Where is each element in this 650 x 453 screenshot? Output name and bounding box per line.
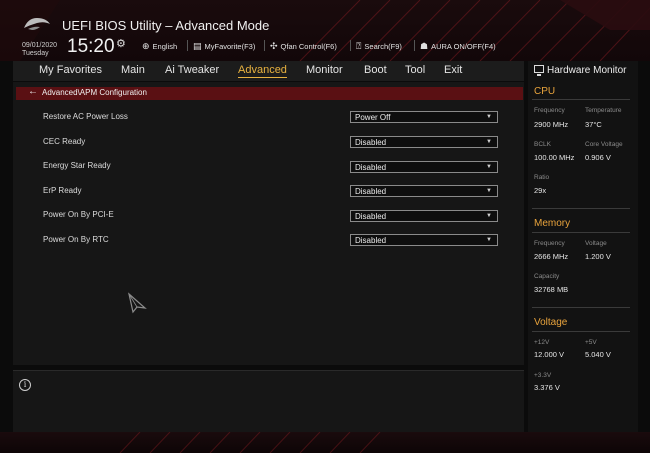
menu-exit[interactable]: Exit <box>444 64 462 76</box>
rog-logo <box>24 18 50 30</box>
memory-frequency-value: 2666 MHz <box>534 252 569 261</box>
bclk-label: BCLK <box>534 141 551 148</box>
energy-star-ready-select[interactable]: Disabled ▼ <box>350 161 498 173</box>
settings-panel <box>13 82 524 365</box>
dropdown-arrow-icon: ▼ <box>486 188 492 194</box>
app-title: UEFI BIOS Utility – Advanced Mode <box>62 18 270 33</box>
v33-label: +3.3V <box>534 372 552 379</box>
language-button[interactable]: ⊕ English <box>142 41 177 52</box>
search-button[interactable]: ⍰ Search(F9) <box>350 40 402 52</box>
breadcrumb[interactable]: ← Advanced\APM Configuration <box>16 86 523 100</box>
v5-value: 5.040 V <box>585 350 611 359</box>
section-divider <box>532 99 630 100</box>
section-divider <box>532 307 630 308</box>
restore-ac-power-loss-select[interactable]: Power Off ▼ <box>350 111 498 123</box>
menu-main[interactable]: Main <box>121 64 145 76</box>
aura-icon: ☗ <box>420 41 429 51</box>
myfavorite-icon: ▤ <box>193 41 202 51</box>
day-text: Tuesday <box>22 50 49 57</box>
qfan-control-button[interactable]: ✣ Qfan Control(F6) <box>264 40 337 52</box>
setting-label-power-on-pcie: Power On By PCI-E <box>43 210 114 219</box>
menu-my-favorites[interactable]: My Favorites <box>39 64 102 76</box>
voltage-section-title: Voltage <box>534 317 568 328</box>
select-value: Power Off <box>355 113 391 122</box>
select-value: Disabled <box>355 187 387 196</box>
mouse-cursor-icon <box>128 292 147 314</box>
fan-icon: ✣ <box>270 41 278 51</box>
setting-label-restore-ac: Restore AC Power Loss <box>43 112 128 121</box>
setting-label-erp-ready: ErP Ready <box>43 186 82 195</box>
myfavorite-label: MyFavorite(F3) <box>204 42 256 51</box>
ratio-value: 29x <box>534 186 547 195</box>
myfavorite-button[interactable]: ▤ MyFavorite(F3) <box>186 40 256 52</box>
cpu-temperature-value: 37°C <box>585 120 602 129</box>
setting-label-power-on-rtc: Power On By RTC <box>43 235 109 244</box>
ratio-label: Ratio <box>534 174 550 181</box>
setting-label-energy-star: Energy Star Ready <box>43 161 111 170</box>
select-value: Disabled <box>355 138 387 147</box>
select-value: Disabled <box>355 212 387 221</box>
info-icon: i <box>19 379 31 391</box>
menu-boot[interactable]: Boot <box>364 64 387 76</box>
footer-decoration <box>119 432 381 453</box>
cpu-section-title: CPU <box>534 86 556 97</box>
dropdown-arrow-icon: ▼ <box>486 213 492 219</box>
menu-ai-tweaker[interactable]: Ai Tweaker <box>165 64 219 76</box>
aura-label: AURA ON/OFF(F4) <box>431 42 496 51</box>
dropdown-arrow-icon: ▼ <box>486 139 492 145</box>
breadcrumb-text: Advanced\APM Configuration <box>42 88 147 97</box>
core-voltage-value: 0.906 V <box>585 153 611 162</box>
v12-value: 12.000 V <box>534 350 565 359</box>
back-arrow-icon[interactable]: ← <box>28 86 38 97</box>
menu-advanced[interactable]: Advanced <box>238 64 287 78</box>
gear-icon[interactable]: ⚙ <box>116 37 126 50</box>
search-label: Search(F9) <box>364 42 402 51</box>
power-on-by-pcie-select[interactable]: Disabled ▼ <box>350 210 498 222</box>
section-divider <box>532 232 630 233</box>
core-voltage-label: Core Voltage <box>585 141 623 148</box>
dropdown-arrow-icon: ▼ <box>486 164 492 170</box>
globe-icon: ⊕ <box>142 41 150 51</box>
power-on-by-rtc-select[interactable]: Disabled ▼ <box>350 234 498 246</box>
section-divider <box>532 208 630 209</box>
select-value: Disabled <box>355 236 387 245</box>
date-display: 09/01/2020 Tuesday <box>22 42 57 58</box>
bclk-value: 100.00 MHz <box>534 153 575 162</box>
language-label: English <box>152 42 178 51</box>
setting-label-cec-ready: CEC Ready <box>43 137 86 146</box>
dropdown-arrow-icon: ▼ <box>486 237 492 243</box>
select-value: Disabled <box>355 163 387 172</box>
clock-time: 15:20 <box>67 36 115 57</box>
v5-label: +5V <box>585 339 597 346</box>
hardware-monitor-title: Hardware Monitor <box>547 65 627 76</box>
dropdown-arrow-icon: ▼ <box>486 114 492 120</box>
monitor-icon <box>534 65 544 76</box>
memory-frequency-label: Frequency <box>534 240 565 247</box>
menu-monitor[interactable]: Monitor <box>306 64 343 76</box>
menu-tool[interactable]: Tool <box>405 64 425 76</box>
section-divider <box>532 331 630 332</box>
v33-value: 3.376 V <box>534 383 560 392</box>
help-search-icon: ⍰ <box>356 41 362 51</box>
help-panel <box>13 370 524 433</box>
aura-button[interactable]: ☗ AURA ON/OFF(F4) <box>414 40 496 52</box>
capacity-label: Capacity <box>534 273 560 280</box>
memory-voltage-value: 1.200 V <box>585 252 611 261</box>
memory-section-title: Memory <box>534 218 571 229</box>
capacity-value: 32768 MB <box>534 285 569 294</box>
qfan-label: Qfan Control(F6) <box>280 42 337 51</box>
erp-ready-select[interactable]: Disabled ▼ <box>350 185 498 197</box>
memory-voltage-label: Voltage <box>585 240 607 247</box>
date-text: 09/01/2020 <box>22 42 58 49</box>
cec-ready-select[interactable]: Disabled ▼ <box>350 136 498 148</box>
cpu-frequency-value: 2900 MHz <box>534 120 569 129</box>
v12-label: +12V <box>534 339 550 346</box>
cpu-frequency-label: Frequency <box>534 107 565 114</box>
cpu-temperature-label: Temperature <box>585 107 622 114</box>
footer-bar <box>0 432 650 453</box>
